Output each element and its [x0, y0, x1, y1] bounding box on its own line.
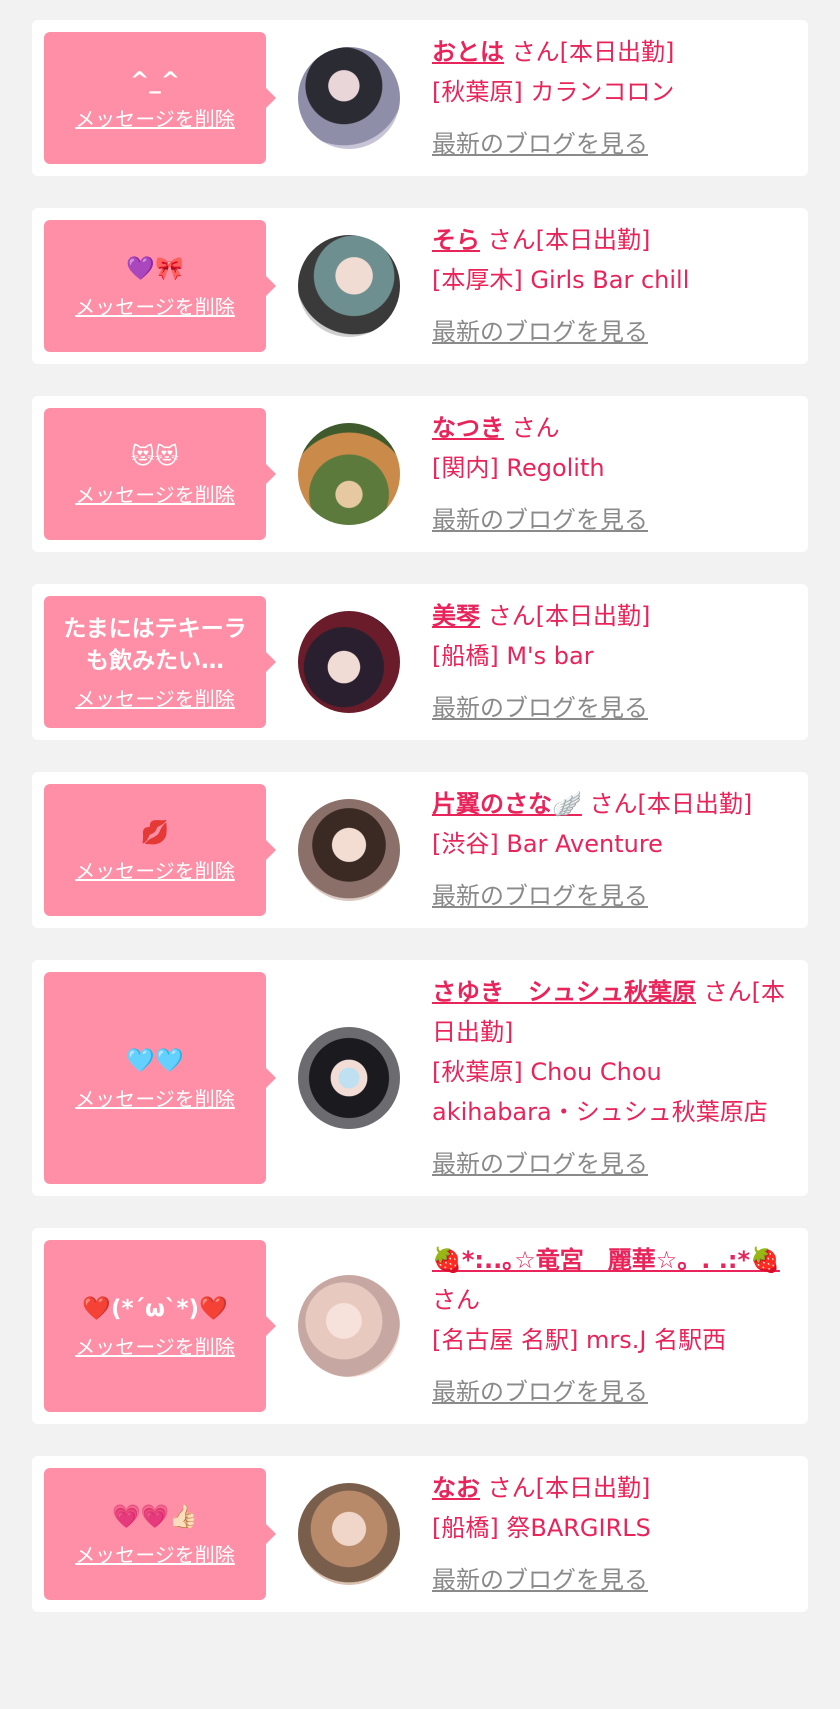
message-card: ❤️(*´ω`*)❤️ メッセージを削除 🍓*:..｡☆竜宮 麗華☆。. .:*…: [32, 1228, 808, 1424]
cast-name-link[interactable]: おとは: [432, 38, 504, 66]
card-info: 🍓*:..｡☆竜宮 麗華☆。. .:*🍓 さん [名古屋 名駅] mrs.J 名…: [432, 1240, 796, 1412]
shop-name: [秋葉原] Chou Chou akihabara・シュシュ秋葉原店: [432, 1058, 768, 1126]
cast-suffix: さん[本日出勤]: [487, 226, 651, 254]
delete-message-link[interactable]: メッセージを削除: [75, 479, 235, 508]
cast-name-link[interactable]: そら: [432, 226, 480, 254]
cast-name-link[interactable]: なつき: [432, 414, 504, 442]
message-bubble: 💋 メッセージを削除: [44, 784, 276, 916]
delete-message-link[interactable]: メッセージを削除: [75, 291, 235, 320]
message-list: ^_^ メッセージを削除 おとは さん[本日出勤] [秋葉原] カランコロン 最…: [0, 0, 840, 1612]
cast-suffix: さん: [511, 414, 560, 442]
avatar[interactable]: [298, 235, 400, 337]
message-card: 💜🎀 メッセージを削除 そら さん[本日出勤] [本厚木] Girls Bar …: [32, 208, 808, 364]
cast-name-link[interactable]: 美琴: [432, 602, 480, 630]
latest-blog-link[interactable]: 最新のブログを見る: [432, 312, 796, 352]
card-info: そら さん[本日出勤] [本厚木] Girls Bar chill 最新のブログ…: [432, 220, 796, 352]
delete-message-link[interactable]: メッセージを削除: [75, 1539, 235, 1568]
delete-message-link[interactable]: メッセージを削除: [75, 1331, 235, 1360]
cast-name-link[interactable]: さゆき シュシュ秋葉原: [432, 978, 696, 1006]
shop-name: [名古屋 名駅] mrs.J 名駅西: [432, 1326, 727, 1354]
card-info: 片翼のさな🪽 さん[本日出勤] [渋谷] Bar Aventure 最新のブログ…: [432, 784, 796, 916]
card-info: 美琴 さん[本日出勤] [船橋] M's bar 最新のブログを見る: [432, 596, 796, 728]
message-text: 💋: [140, 819, 170, 846]
latest-blog-link[interactable]: 最新のブログを見る: [432, 876, 796, 916]
message-card: 💋 メッセージを削除 片翼のさな🪽 さん[本日出勤] [渋谷] Bar Aven…: [32, 772, 808, 928]
shop-name: [本厚木] Girls Bar chill: [432, 266, 690, 294]
message-text: 💗💗👍🏻: [112, 1503, 198, 1530]
cast-suffix: さん[本日出勤]: [589, 790, 753, 818]
card-info: おとは さん[本日出勤] [秋葉原] カランコロン 最新のブログを見る: [432, 32, 796, 164]
message-bubble: ❤️(*´ω`*)❤️ メッセージを削除: [44, 1240, 276, 1412]
cast-suffix: さん[本日出勤]: [487, 1474, 651, 1502]
message-text: 🩵🩵: [126, 1047, 184, 1074]
cast-name-link[interactable]: 片翼のさな🪽: [432, 790, 582, 818]
card-info: なお さん[本日出勤] [船橋] 祭BARGIRLS 最新のブログを見る: [432, 1468, 796, 1600]
delete-message-link[interactable]: メッセージを削除: [75, 683, 235, 712]
message-text: たまにはテキーラも飲みたい…: [63, 615, 247, 674]
message-card: たまにはテキーラも飲みたい… メッセージを削除 美琴 さん[本日出勤] [船橋]…: [32, 584, 808, 740]
latest-blog-link[interactable]: 最新のブログを見る: [432, 1144, 796, 1184]
message-card: ^_^ メッセージを削除 おとは さん[本日出勤] [秋葉原] カランコロン 最…: [32, 20, 808, 176]
avatar[interactable]: [298, 799, 400, 901]
delete-message-link[interactable]: メッセージを削除: [75, 855, 235, 884]
avatar[interactable]: [298, 423, 400, 525]
message-text: ^_^: [129, 67, 181, 94]
latest-blog-link[interactable]: 最新のブログを見る: [432, 500, 796, 540]
message-card: 😻😻 メッセージを削除 なつき さん [関内] Regolith 最新のブログを…: [32, 396, 808, 552]
latest-blog-link[interactable]: 最新のブログを見る: [432, 688, 796, 728]
cast-suffix: さん[本日出勤]: [487, 602, 651, 630]
shop-name: [秋葉原] カランコロン: [432, 78, 675, 106]
message-card: 🩵🩵 メッセージを削除 さゆき シュシュ秋葉原 さん[本日出勤] [秋葉原] C…: [32, 960, 808, 1196]
cast-suffix: さん[本日出勤]: [511, 38, 675, 66]
cast-name-link[interactable]: なお: [432, 1474, 480, 1502]
message-bubble: 💗💗👍🏻 メッセージを削除: [44, 1468, 276, 1600]
message-text: ❤️(*´ω`*)❤️: [82, 1295, 228, 1322]
card-info: さゆき シュシュ秋葉原 さん[本日出勤] [秋葉原] Chou Chou aki…: [432, 972, 796, 1184]
cast-suffix: さん: [432, 1286, 480, 1314]
avatar[interactable]: [298, 611, 400, 713]
delete-message-link[interactable]: メッセージを削除: [75, 1083, 235, 1112]
avatar[interactable]: [298, 1275, 400, 1377]
shop-name: [関内] Regolith: [432, 454, 605, 482]
delete-message-link[interactable]: メッセージを削除: [75, 103, 235, 132]
card-info: なつき さん [関内] Regolith 最新のブログを見る: [432, 408, 796, 540]
message-text: 💜🎀: [126, 255, 184, 282]
latest-blog-link[interactable]: 最新のブログを見る: [432, 1372, 796, 1412]
message-card: 💗💗👍🏻 メッセージを削除 なお さん[本日出勤] [船橋] 祭BARGIRLS…: [32, 1456, 808, 1612]
message-bubble: 😻😻 メッセージを削除: [44, 408, 276, 540]
message-bubble: たまにはテキーラも飲みたい… メッセージを削除: [44, 596, 276, 728]
shop-name: [船橋] M's bar: [432, 642, 594, 670]
shop-name: [渋谷] Bar Aventure: [432, 830, 663, 858]
avatar[interactable]: [298, 1483, 400, 1585]
message-bubble: 💜🎀 メッセージを削除: [44, 220, 276, 352]
message-bubble: 🩵🩵 メッセージを削除: [44, 972, 276, 1184]
avatar[interactable]: [298, 1027, 400, 1129]
latest-blog-link[interactable]: 最新のブログを見る: [432, 1560, 796, 1600]
cast-name-link[interactable]: 🍓*:..｡☆竜宮 麗華☆。. .:*🍓: [432, 1246, 780, 1274]
message-text: 😻😻: [131, 443, 179, 470]
latest-blog-link[interactable]: 最新のブログを見る: [432, 124, 796, 164]
shop-name: [船橋] 祭BARGIRLS: [432, 1514, 651, 1542]
avatar[interactable]: [298, 47, 400, 149]
message-bubble: ^_^ メッセージを削除: [44, 32, 276, 164]
